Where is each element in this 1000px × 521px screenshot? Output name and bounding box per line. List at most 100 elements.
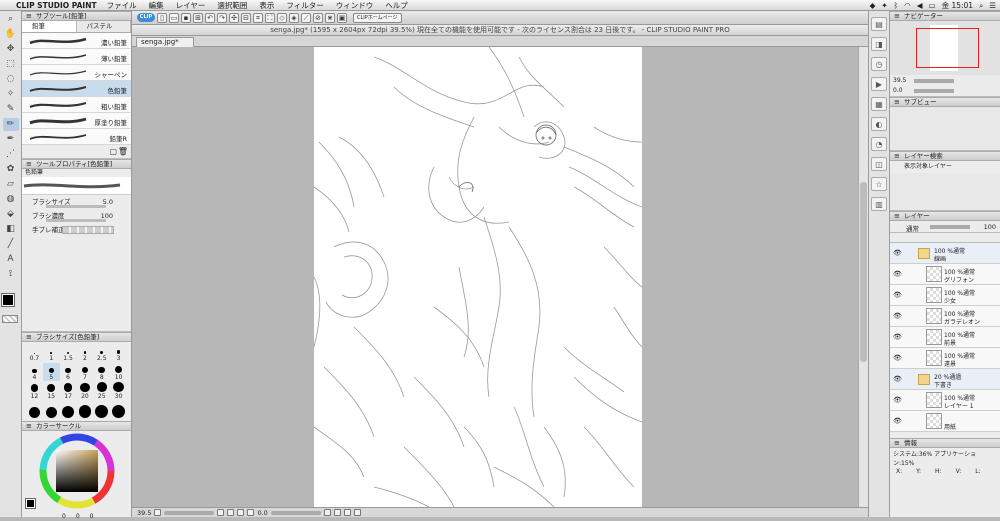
- animation-icon[interactable]: ▥: [871, 197, 887, 211]
- brush-item[interactable]: 薄い鉛筆: [22, 49, 131, 65]
- brush-size-option[interactable]: 8: [93, 363, 110, 381]
- zoom-value[interactable]: 39.5: [137, 509, 151, 517]
- visibility-icon[interactable]: 👁: [893, 312, 902, 320]
- blend-mode-select[interactable]: 通常: [906, 223, 919, 233]
- layer-name[interactable]: 線画: [934, 254, 946, 263]
- color-wheel[interactable]: [22, 433, 132, 513]
- layer-name[interactable]: 下書き: [934, 380, 952, 389]
- invert-selection-icon[interactable]: ◈: [289, 12, 299, 23]
- brush-item[interactable]: 鉛筆R: [22, 129, 131, 145]
- brush-item[interactable]: シャーペン: [22, 65, 131, 81]
- rotate-right-icon[interactable]: [323, 509, 331, 516]
- redo-icon[interactable]: ↷: [217, 12, 227, 23]
- canvas-vertical-scrollbar[interactable]: [858, 47, 868, 507]
- actual-size-icon[interactable]: [237, 509, 245, 516]
- layer-property-icon[interactable]: ◨: [871, 37, 887, 51]
- layer-row[interactable]: 👁 100 %通常 レイヤー 1: [890, 390, 1000, 411]
- subview-header[interactable]: サブビュー: [890, 97, 1000, 107]
- tab-pastel[interactable]: パステル: [76, 21, 131, 32]
- transparent-color-swatch[interactable]: [2, 315, 18, 323]
- fit-window-icon[interactable]: [227, 509, 235, 516]
- layer-folder-row[interactable]: 👁 20 %通過 下書き: [890, 369, 1000, 390]
- open-icon[interactable]: ▭: [169, 12, 179, 23]
- save-icon[interactable]: ▪: [181, 12, 191, 23]
- layer-name[interactable]: 少女: [944, 296, 956, 305]
- opacity-slider[interactable]: [930, 225, 970, 229]
- text-tool-icon[interactable]: A: [3, 253, 19, 266]
- volume-icon[interactable]: ◀: [917, 1, 923, 10]
- lasso-tool-icon[interactable]: ◌: [3, 73, 19, 86]
- new-icon[interactable]: ▯: [157, 12, 167, 23]
- subtool-panel-header[interactable]: サブツール[鉛筆]: [22, 11, 131, 21]
- layer-name[interactable]: レイヤー 1: [944, 401, 974, 410]
- brush-tool-icon[interactable]: ✒: [3, 133, 19, 146]
- visibility-icon[interactable]: 👁: [893, 270, 902, 278]
- move-tool-icon[interactable]: ✥: [3, 43, 19, 56]
- brush-size-option[interactable]: 10: [110, 363, 127, 381]
- brush-size-option[interactable]: 2: [77, 344, 94, 362]
- zoom-out-icon[interactable]: [154, 509, 162, 516]
- balloon-tool-icon[interactable]: ⟟: [3, 268, 19, 281]
- brush-size-option[interactable]: 25: [93, 382, 110, 400]
- brush-size-option[interactable]: 17: [60, 382, 77, 400]
- layer-search-target[interactable]: 表示対象レイヤー: [890, 161, 1000, 173]
- brush-item[interactable]: 濃い鉛筆: [22, 33, 131, 49]
- auto-action-icon[interactable]: ▶: [871, 77, 887, 91]
- zoom-tool-icon[interactable]: ⌕: [3, 13, 19, 26]
- magic-wand-icon[interactable]: ✧: [3, 88, 19, 101]
- decoration-tool-icon[interactable]: ✿: [3, 163, 19, 176]
- canvas-drawing[interactable]: [314, 47, 642, 507]
- eyedropper-icon[interactable]: ✎: [3, 103, 19, 116]
- app-name-menu[interactable]: CLIP STUDIO PAINT: [16, 1, 97, 10]
- color-panel-header[interactable]: カラーサークル: [22, 421, 131, 431]
- brush-item[interactable]: 厚塗り鉛筆: [22, 113, 131, 129]
- brush-size-option[interactable]: [77, 401, 94, 419]
- layer-name[interactable]: 前景: [944, 338, 956, 347]
- layer-name[interactable]: ガラデレオン: [944, 317, 980, 326]
- color-history-icon[interactable]: ◔: [871, 137, 887, 151]
- menu-edit[interactable]: 編集: [149, 0, 164, 11]
- brush-size-option[interactable]: 12: [26, 382, 43, 400]
- deselect-icon[interactable]: ◇: [277, 12, 287, 23]
- select-tool-icon[interactable]: ⬚: [3, 58, 19, 71]
- canvas-area[interactable]: [132, 47, 858, 507]
- wifi-icon[interactable]: ◠: [904, 1, 911, 10]
- visibility-icon[interactable]: 👁: [893, 417, 902, 425]
- navigator-frame[interactable]: [916, 28, 979, 68]
- rotate-left-icon[interactable]: [247, 509, 255, 516]
- brush-size-option[interactable]: 30: [110, 382, 127, 400]
- eraser-tool-icon[interactable]: ▱: [3, 178, 19, 191]
- tool-property-header[interactable]: ツールプロパティ[色鉛筆]: [22, 159, 131, 169]
- intermediate-color-icon[interactable]: ◐: [871, 117, 887, 131]
- item-bank-icon[interactable]: ◫: [871, 157, 887, 171]
- layer-name[interactable]: 用紙: [944, 422, 956, 431]
- brush-density-row[interactable]: ブラシ濃度 100: [22, 209, 131, 223]
- history-icon[interactable]: ◷: [871, 57, 887, 71]
- layer-row[interactable]: 👁 用紙: [890, 411, 1000, 432]
- navigator-header[interactable]: ナビゲーター: [890, 11, 1000, 21]
- new-subtool-icon[interactable]: ▢: [109, 147, 117, 156]
- layer-row[interactable]: 👁 100 %通常 グリフォン: [890, 264, 1000, 285]
- brush-size-option[interactable]: 4: [26, 363, 43, 381]
- adobe-icon[interactable]: ◆: [870, 1, 876, 10]
- navigator-zoom[interactable]: 39.5: [893, 77, 906, 84]
- transform-icon[interactable]: ✣: [229, 12, 239, 23]
- visibility-icon[interactable]: 👁: [893, 375, 902, 383]
- color-set-icon[interactable]: ▦: [871, 97, 887, 111]
- scrollbar-thumb[interactable]: [860, 182, 867, 362]
- clip-home-button[interactable]: CLIPホームページ: [353, 12, 402, 23]
- menu-layer[interactable]: レイヤー: [176, 0, 206, 11]
- zoom-slider[interactable]: [164, 510, 215, 515]
- layer-row[interactable]: 👁 100 %通常 ガラデレオン: [890, 306, 1000, 327]
- frame-icon[interactable]: ▣: [337, 12, 347, 23]
- brush-size-option[interactable]: 20: [77, 382, 94, 400]
- brush-size-option[interactable]: [93, 401, 110, 419]
- spotlight-icon[interactable]: ⌕: [979, 1, 983, 11]
- flip-vertical-icon[interactable]: [353, 509, 361, 516]
- layer-folder-row[interactable]: 👁 100 %通常 線画: [890, 243, 1000, 264]
- info-panel-header[interactable]: 情報: [890, 438, 1000, 448]
- layer-name[interactable]: 遠景: [944, 359, 956, 368]
- line-tool-icon[interactable]: ╱: [3, 238, 19, 251]
- brush-size-option[interactable]: 7: [77, 363, 94, 381]
- menu-view[interactable]: 表示: [259, 0, 274, 11]
